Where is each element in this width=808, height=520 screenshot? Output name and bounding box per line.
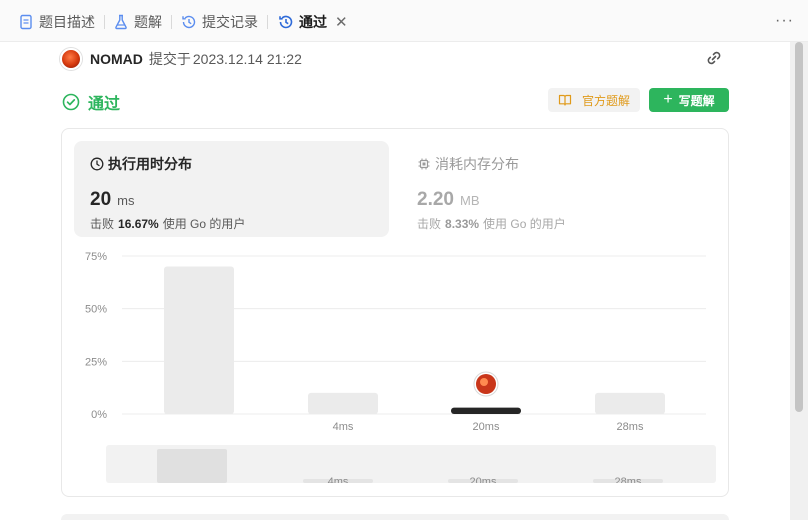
x-tick-label: 20ms [473, 421, 500, 433]
x-tick-label: 4ms [333, 421, 354, 433]
y-tick-label: 25% [85, 356, 107, 368]
runtime-distribution-chart: 0% 25% 50% 75% 4ms 20ms 28ms [85, 251, 706, 433]
overview-tick-label: 4ms [328, 476, 349, 483]
overview-tick-label: 28ms [615, 476, 642, 483]
overview-chart: 4ms 20ms 28ms [157, 449, 663, 483]
overview-tick-label: 20ms [470, 476, 497, 483]
bar [164, 266, 234, 414]
current-user-avatar-marker[interactable] [473, 371, 499, 397]
scrollbar[interactable] [790, 42, 808, 520]
y-tick-label: 75% [85, 251, 107, 263]
chart-overview-brush[interactable]: 4ms 20ms 28ms [106, 445, 716, 483]
bar [595, 392, 665, 414]
y-tick-label: 50% [85, 304, 107, 316]
overview-bar [157, 449, 227, 483]
y-tick-label: 0% [91, 409, 107, 421]
next-section-card [61, 514, 729, 520]
scrollbar-thumb[interactable] [795, 42, 803, 412]
bar-current [451, 407, 521, 414]
bar [308, 392, 378, 414]
x-tick-label: 28ms [617, 421, 644, 433]
